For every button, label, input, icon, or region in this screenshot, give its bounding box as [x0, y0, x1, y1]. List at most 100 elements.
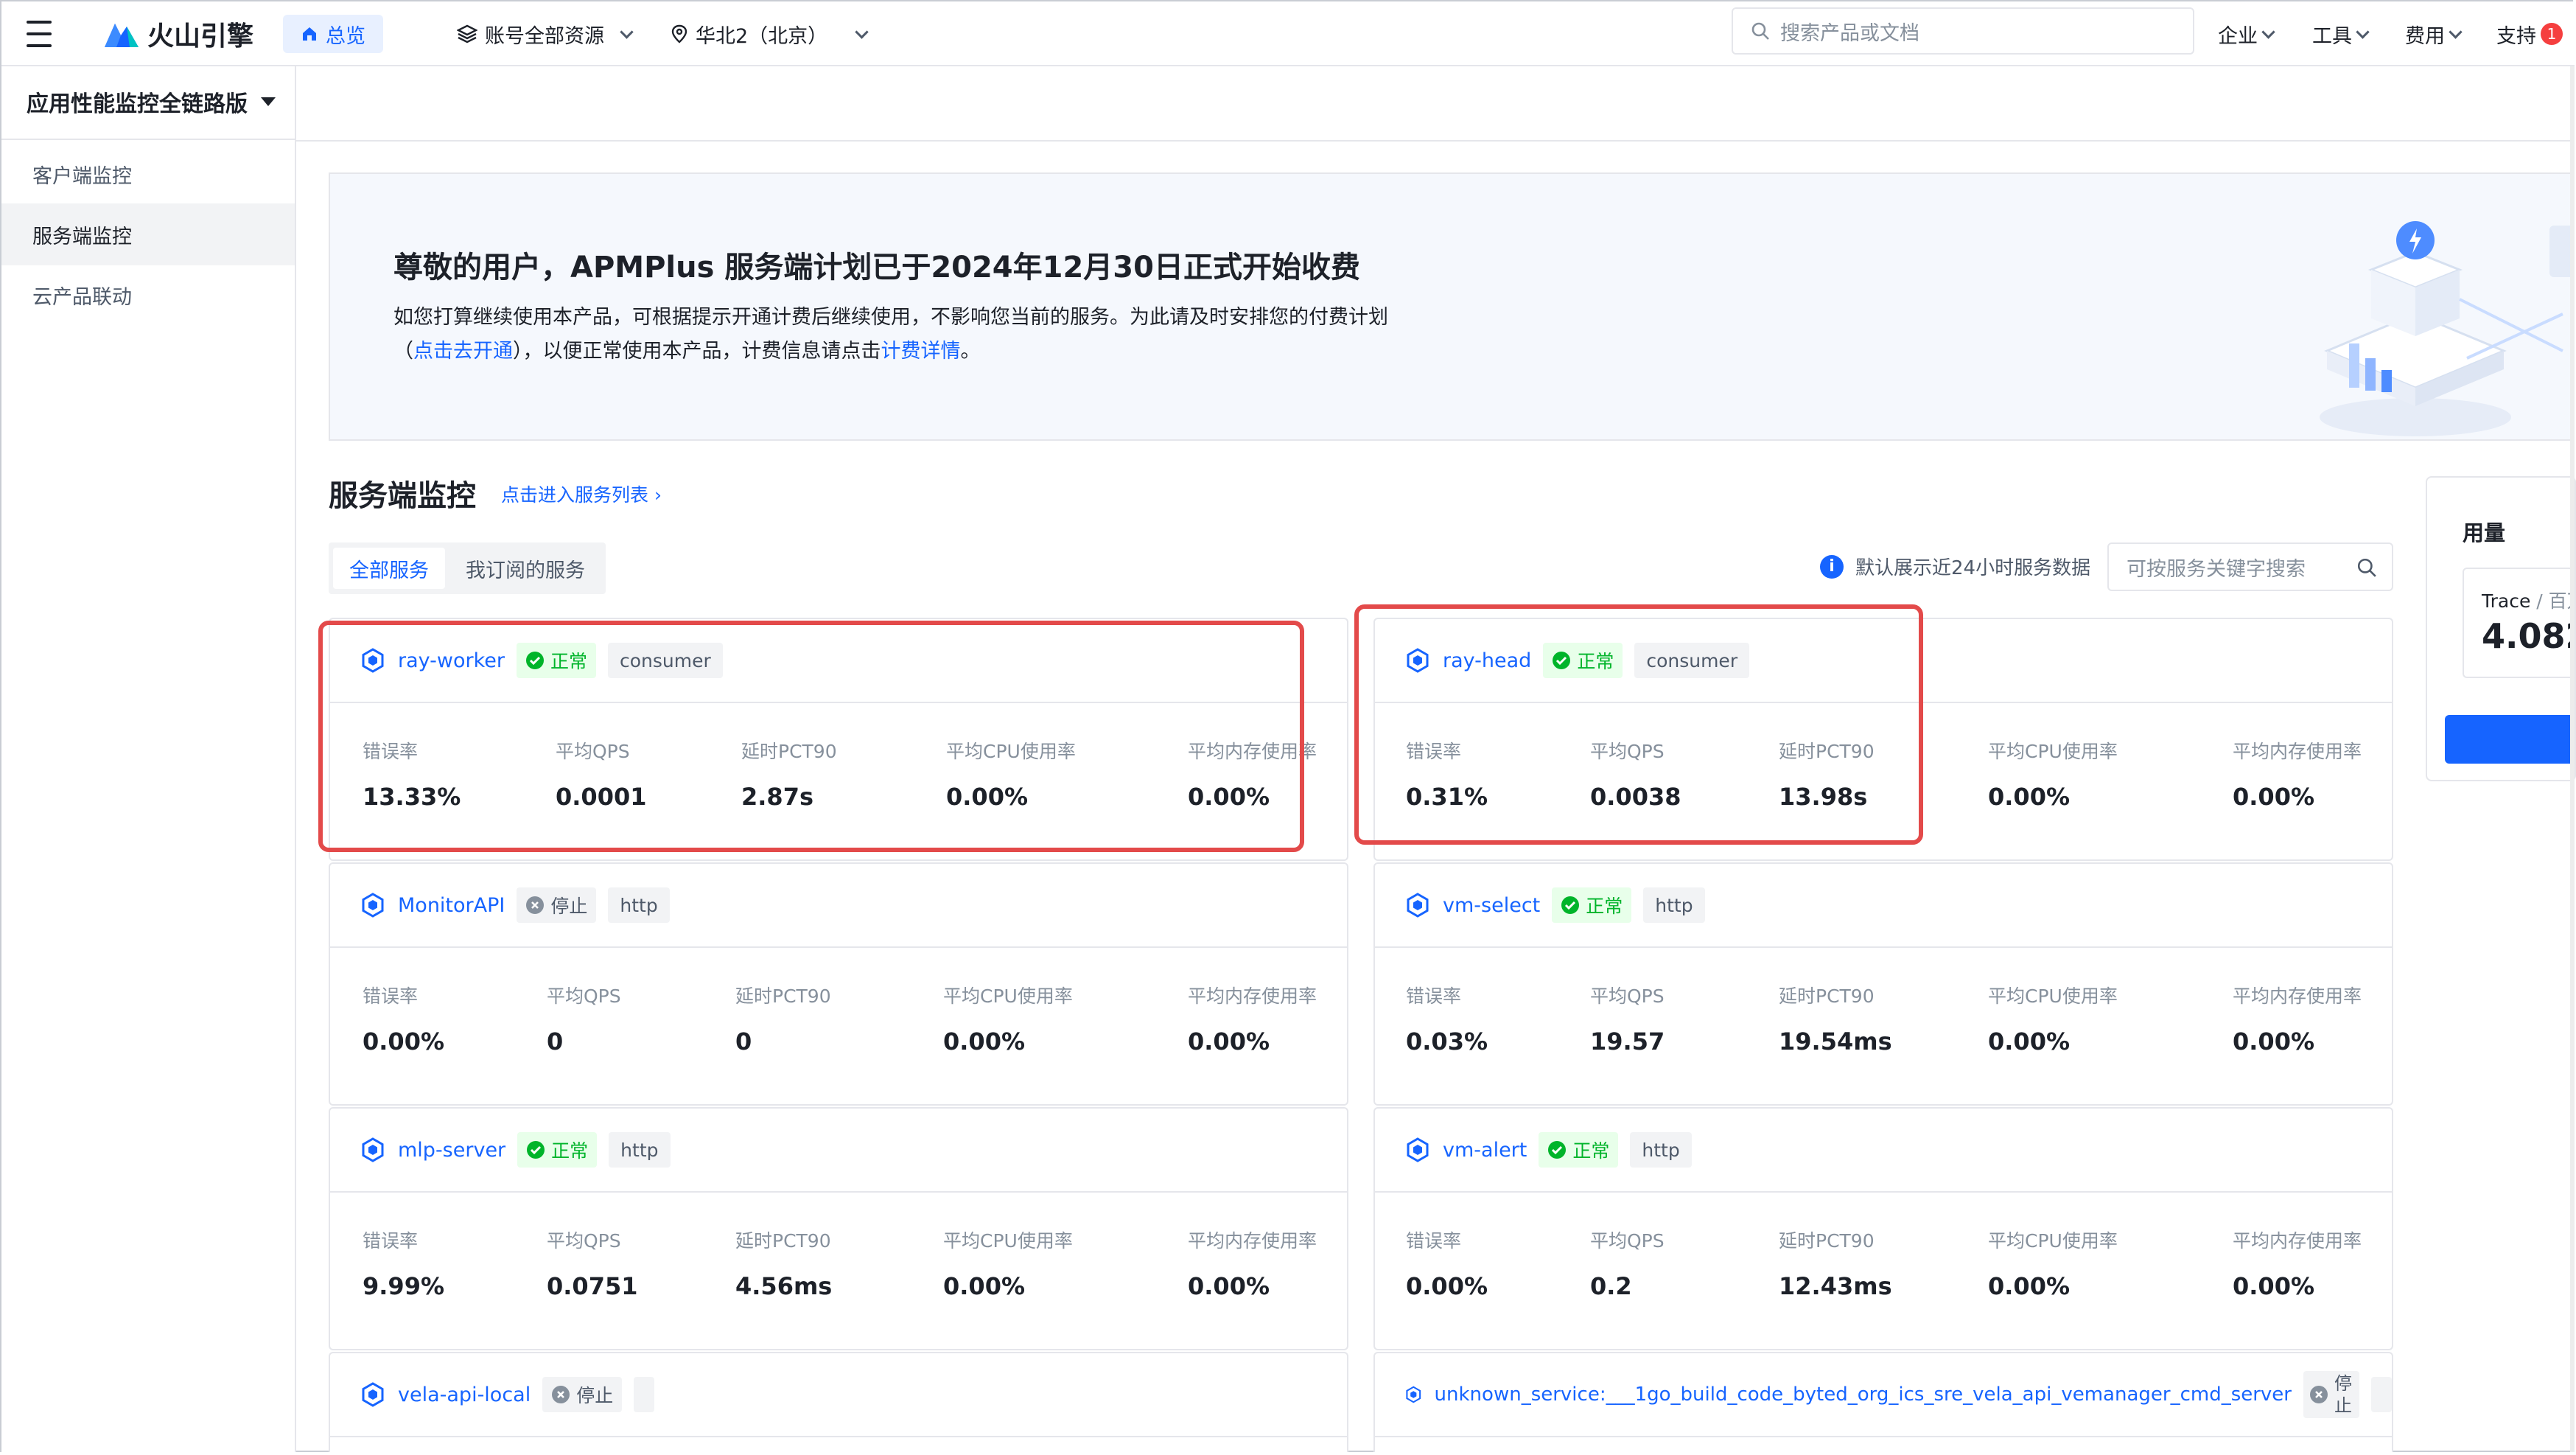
metric-value-qps: 0 [547, 1027, 564, 1056]
sidebar-item-label: 服务端监控 [32, 225, 132, 248]
service-type-tag: http [1643, 887, 1705, 923]
section-title: 服务端监控 [329, 479, 476, 513]
sidebar-item-cloud-linkage[interactable]: 云产品联动 [1, 264, 295, 326]
chevron-down-icon [2261, 24, 2275, 39]
usage-panel: 用量 Trace / 百万 4.082 [2426, 476, 2576, 781]
volcano-logo-icon [105, 24, 139, 47]
status-text: 停止 [576, 1385, 614, 1406]
metric-label-pct90: 延时PCT90 [1779, 1230, 1875, 1252]
brand-logo[interactable]: 火山引擎 [103, 1, 253, 66]
metric-value-error-rate: 0.03% [1406, 1027, 1488, 1056]
service-search-input[interactable]: 可按服务关键字搜索 [2107, 542, 2393, 591]
service-card-vm-alert[interactable]: vm-alert 正常 http 错误率 平均QPS 延时PCT90 平均CPU… [1373, 1107, 2393, 1350]
service-card-vm-select[interactable]: vm-select 正常 http 错误率 平均QPS 延时PCT90 平均CP… [1373, 862, 2393, 1106]
service-list-link-label: 点击进入服务列表 [501, 484, 649, 506]
service-name-link[interactable]: vm-select [1443, 894, 1540, 917]
service-hexagon-icon [362, 893, 384, 918]
caret-down-icon [261, 97, 276, 106]
metric-label-pct90: 延时PCT90 [735, 1230, 831, 1252]
tab-all-services[interactable]: 全部服务 [333, 548, 445, 589]
scrollbar[interactable] [2570, 66, 2575, 1452]
sidebar-item-label: 云产品联动 [32, 285, 132, 309]
usage-trace-value: 4.082 [2482, 616, 2575, 656]
menu-billing[interactable]: 费用 [2405, 1, 2463, 66]
service-card-unknown-service[interactable]: unknown_service:___1go_build_code_byted_… [1373, 1352, 2393, 1452]
metric-label-qps: 平均QPS [547, 1230, 621, 1252]
metric-label-cpu: 平均CPU使用率 [943, 1230, 1073, 1252]
service-card-monitorapi[interactable]: MonitorAPI 停止 http 错误率 平均QPS 延时PCT90 平均C… [329, 862, 1348, 1106]
highlight-box-ray-worker [318, 621, 1304, 852]
metric-value-qps: 19.57 [1590, 1027, 1665, 1056]
metric-label-qps: 平均QPS [547, 985, 621, 1007]
metric-label-memory: 平均内存使用率 [1188, 1230, 1317, 1252]
service-card-mlp-server[interactable]: mlp-server 正常 http 错误率 平均QPS 延时PCT90 平均C… [329, 1107, 1348, 1350]
region-dropdown[interactable]: 华北2（北京） [671, 1, 869, 66]
metric-label-cpu: 平均CPU使用率 [1988, 985, 2118, 1007]
menu-billing-label: 费用 [2405, 24, 2445, 48]
service-name-link[interactable]: vm-alert [1443, 1139, 1527, 1162]
menu-icon[interactable] [27, 1, 52, 66]
metric-label-error-rate: 错误率 [1406, 1230, 1462, 1252]
service-type-tag: http [1630, 1132, 1692, 1168]
location-pin-icon [671, 24, 687, 43]
metric-value-memory: 0.00% [1188, 1027, 1270, 1056]
service-name-link[interactable]: vela-api-local [398, 1384, 531, 1406]
home-overview-tab[interactable]: 总览 [283, 15, 383, 53]
activate-link[interactable]: 点击去开通 [413, 340, 513, 363]
sidebar-item-server-monitoring[interactable]: 服务端监控 [1, 203, 295, 265]
service-card-vela-api-local[interactable]: vela-api-local 停止 [329, 1352, 1348, 1452]
chevron-right-icon: › [654, 484, 662, 506]
product-switcher[interactable]: 应用性能监控全链路版 [27, 86, 276, 118]
service-name-link[interactable]: MonitorAPI [398, 894, 505, 917]
metric-value-cpu: 0.00% [1988, 783, 2071, 811]
billing-details-link[interactable]: 计费详情 [881, 340, 961, 363]
banner-line-2: （点击去开通），以便正常使用本产品，计费信息请点击计费详情。 [393, 335, 1388, 369]
menu-tools[interactable]: 工具 [2312, 1, 2370, 66]
sidebar-divider [1, 139, 295, 140]
metric-value-pct90: 4.56ms [735, 1272, 833, 1300]
account-resources-dropdown[interactable]: 账号全部资源 [457, 1, 634, 66]
service-search-placeholder: 可按服务关键字搜索 [2127, 557, 2306, 581]
account-resources-label: 账号全部资源 [485, 24, 604, 48]
status-badge: 停止 [542, 1377, 623, 1412]
banner-text: 如您打算继续使用本产品，可根据提示开通计费后继续使用，不影响您当前的服务。为此请… [393, 301, 1388, 369]
banner-period: 。 [960, 340, 981, 363]
sidebar-item-client-monitoring[interactable]: 客户端监控 [1, 143, 295, 205]
banner-title: 尊敬的用户，APMPlus 服务端计划已于2024年12月30日正式开始收费 [393, 251, 1360, 285]
metric-value-cpu: 0.00% [1988, 1272, 2071, 1300]
metric-label-error-rate: 错误率 [1406, 985, 1462, 1007]
menu-support-label: 支持 [2496, 24, 2536, 48]
status-badge: 停止 [517, 887, 597, 923]
search-icon [1751, 22, 1769, 40]
metric-label-cpu: 平均CPU使用率 [943, 985, 1073, 1007]
menu-support[interactable]: 支持 1 [2496, 1, 2563, 66]
service-list-link[interactable]: 点击进入服务列表 › [501, 481, 662, 507]
menu-enterprise-label: 企业 [2218, 24, 2258, 48]
search-icon[interactable] [2356, 557, 2377, 578]
highlight-box-ray-head [1354, 604, 1923, 845]
service-name-link[interactable]: unknown_service:___1go_build_code_byted_… [1435, 1384, 2292, 1406]
tab-subscribed-services[interactable]: 我订阅的服务 [449, 548, 601, 589]
usage-trace-card: Trace / 百万 4.082 [2463, 568, 2575, 678]
status-text: 正常 [1586, 896, 1623, 917]
global-search-input[interactable]: 搜索产品或文档 [1732, 7, 2194, 55]
usage-action-button[interactable] [2445, 715, 2575, 764]
sidebar-item-label: 客户端监控 [32, 164, 132, 188]
content-header-divider [296, 140, 2575, 142]
billing-notice-banner: 尊敬的用户，APMPlus 服务端计划已于2024年12月30日正式开始收费 如… [329, 172, 2575, 441]
banner-line-2-text: ），以便正常使用本产品，计费信息请点击 [513, 340, 881, 363]
metric-value-memory: 0.00% [1188, 1272, 1270, 1300]
menu-enterprise[interactable]: 企业 [2218, 1, 2275, 66]
metric-label-memory: 平均内存使用率 [1188, 985, 1317, 1007]
service-card-header: unknown_service:___1go_build_code_byted_… [1375, 1353, 2392, 1437]
banner-paren: （ [393, 340, 413, 363]
metric-value-memory: 0.00% [2233, 1272, 2315, 1300]
status-badge: 停止 [2303, 1371, 2359, 1418]
status-text: 停止 [550, 896, 588, 917]
status-badge: 正常 [1539, 1132, 1619, 1168]
check-circle-icon [1548, 1141, 1567, 1159]
menu-tools-label: 工具 [2312, 24, 2352, 48]
metric-label-error-rate: 错误率 [363, 1230, 419, 1252]
service-name-link[interactable]: mlp-server [398, 1139, 505, 1162]
service-hexagon-icon [1407, 1137, 1429, 1162]
